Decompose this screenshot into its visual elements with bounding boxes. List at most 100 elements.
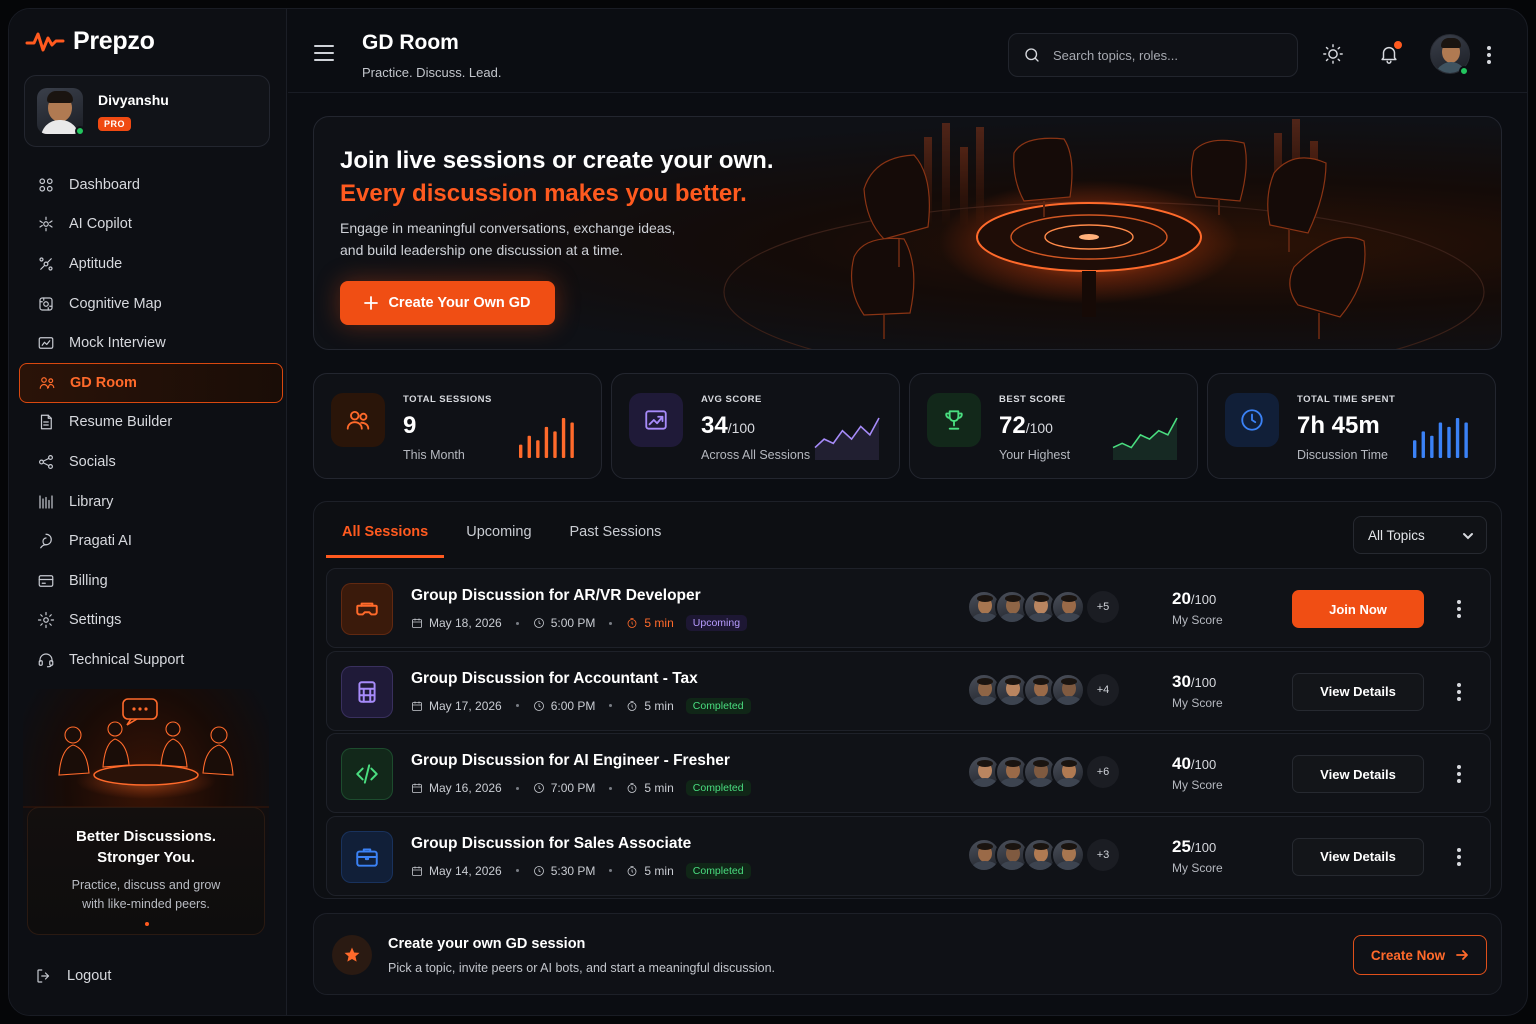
more-options-icon[interactable]	[1487, 46, 1491, 64]
stat-icon-wrap	[331, 393, 385, 447]
session-score: 40/100 My Score	[1172, 754, 1223, 792]
tab-past-sessions[interactable]: Past Sessions	[554, 516, 678, 558]
join-now-button[interactable]: Join Now	[1292, 590, 1424, 628]
sparkline-bar	[561, 418, 566, 458]
sidebar-item-technical-support[interactable]: Technical Support	[19, 640, 283, 680]
calendar-icon	[412, 701, 422, 711]
view-details-button[interactable]: View Details	[1292, 837, 1424, 876]
sidebar-item-socials[interactable]: Socials	[19, 442, 283, 482]
round-table-illustration	[723, 119, 1485, 349]
score-value: 25/100	[1172, 837, 1223, 857]
sparkline-bar	[536, 440, 540, 458]
sidebar-item-ai-copilot[interactable]: AI Copilot	[19, 205, 283, 245]
sidebar-item-aptitude[interactable]: Aptitude	[19, 244, 283, 284]
trophy-icon	[945, 410, 963, 430]
logout-button[interactable]: Logout	[35, 967, 111, 985]
sparkline-bar	[527, 435, 531, 458]
clock-icon	[533, 700, 544, 711]
plus-icon	[364, 296, 379, 310]
hamburger-menu-icon[interactable]	[314, 45, 334, 61]
sparkline-bar	[544, 426, 549, 458]
score-unit: /100	[1190, 839, 1217, 855]
sparkline-bar	[1464, 422, 1468, 458]
search-box[interactable]	[1008, 33, 1298, 77]
sparkline-bar	[519, 444, 523, 458]
group-discussion-illustration	[23, 698, 269, 808]
session-time: 5:30 PM	[550, 863, 596, 878]
sidebar-item-label: GD Room	[70, 374, 137, 391]
sidebar-item-library[interactable]: Library	[19, 482, 283, 522]
calendar-icon	[412, 866, 422, 876]
score-number: 40	[1172, 754, 1191, 773]
sidebar-item-label: Mock Interview	[69, 335, 166, 352]
meta-separator	[609, 621, 613, 625]
create-gd-button[interactable]: Create Your Own GD	[340, 281, 555, 325]
score-unit: /100	[1190, 757, 1217, 772]
session-duration: 5 min	[644, 863, 674, 878]
view-details-button[interactable]: View Details	[1292, 755, 1424, 793]
sidebar-item-gd-room[interactable]: GD Room	[19, 362, 283, 403]
score-label: My Score	[1172, 778, 1223, 792]
create-now-button[interactable]: Create Now	[1353, 935, 1487, 975]
view-details-button[interactable]: View Details	[1292, 672, 1424, 711]
sidebar-item-label: Billing	[69, 572, 108, 589]
topic-filter-value: All Topics	[1368, 527, 1425, 543]
participants-group: +6	[967, 755, 1119, 789]
sparkline-bar	[1430, 435, 1434, 458]
theme-toggle-button[interactable]	[1322, 43, 1346, 67]
sparkline-bar	[1455, 418, 1460, 458]
sidebar-item-label: Dashboard	[69, 176, 140, 193]
participant-avatar	[1051, 672, 1085, 707]
sidebar-nav: Dashboard AI Copilot Aptitude Cognitive Map…	[19, 165, 283, 680]
tab-upcoming[interactable]: Upcoming	[450, 516, 547, 558]
user-name: Divyanshu	[98, 92, 169, 108]
session-row[interactable]: Group Discussion for Sales Associate May …	[326, 815, 1491, 896]
promo-panel: Better Discussions. Stronger You. Practi…	[23, 689, 269, 935]
participants-group: +3	[967, 837, 1119, 872]
session-date: May 18, 2026	[429, 616, 502, 630]
sidebar-item-resume-builder[interactable]: Resume Builder	[19, 403, 283, 443]
stat-value-number: 34	[701, 412, 728, 439]
notifications-button[interactable]	[1378, 41, 1402, 67]
tab-all-sessions[interactable]: All Sessions	[326, 516, 445, 558]
logo[interactable]: Prepzo	[25, 27, 155, 56]
library-icon	[39, 494, 53, 509]
session-row[interactable]: Group Discussion for AR/VR Developer May …	[326, 568, 1491, 648]
sidebar-item-mock-interview[interactable]: Mock Interview	[19, 323, 283, 363]
stat-label: TOTAL TIME SPENT	[1297, 394, 1396, 405]
more-participants-count: +3	[1087, 838, 1119, 871]
meta-separator	[515, 786, 519, 790]
sidebar-item-pragati-ai[interactable]: Pragati AI	[19, 521, 283, 561]
profile-card[interactable]: Divyanshu PRO	[24, 75, 270, 147]
session-row[interactable]: Group Discussion for AI Engineer - Fresh…	[326, 733, 1491, 813]
stat-caption: Discussion Time	[1297, 448, 1388, 462]
timer-icon	[628, 783, 637, 793]
row-more-options-icon[interactable]	[1457, 600, 1461, 618]
sidebar-item-label: Settings	[69, 612, 122, 629]
stat-label: AVG SCORE	[701, 394, 762, 405]
create-now-label: Create Now	[1370, 947, 1446, 963]
stat-caption: Across All Sessions	[701, 448, 811, 462]
sparkline-bar	[1447, 426, 1451, 458]
meta-separator	[515, 704, 519, 707]
session-title: Group Discussion for Accountant - Tax	[411, 669, 698, 687]
search-input[interactable]	[1053, 47, 1273, 63]
row-more-options-icon[interactable]	[1457, 765, 1461, 783]
row-more-options-icon[interactable]	[1457, 682, 1461, 701]
stat-value: 72/100	[999, 412, 1053, 440]
stat-icon-wrap	[927, 393, 981, 447]
row-more-options-icon[interactable]	[1457, 847, 1461, 866]
session-row[interactable]: Group Discussion for Accountant - Tax May…	[326, 650, 1491, 731]
sidebar-item-settings[interactable]: Settings	[19, 601, 283, 641]
participant-avatar	[1051, 590, 1085, 624]
session-date: May 16, 2026	[429, 781, 502, 795]
topic-filter-select[interactable]: All Topics	[1353, 516, 1487, 554]
session-meta: May 18, 2026 5:00 PM 5 min Upcoming	[411, 615, 748, 631]
briefcase-icon	[356, 847, 378, 867]
sidebar-item-cognitive-map[interactable]: Cognitive Map	[19, 284, 283, 324]
sidebar-item-dashboard[interactable]: Dashboard	[19, 165, 283, 205]
stat-caption: Your Highest	[999, 448, 1071, 462]
sidebar-item-billing[interactable]: Billing	[19, 561, 283, 601]
page-subtitle: Practice. Discuss. Lead.	[362, 65, 502, 80]
trend-up-icon	[645, 410, 667, 430]
